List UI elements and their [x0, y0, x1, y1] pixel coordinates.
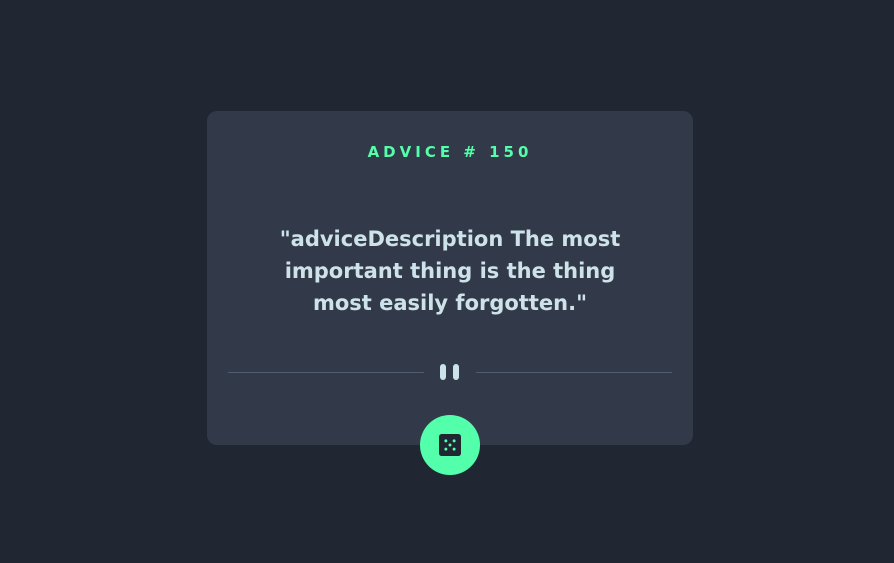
generate-advice-button[interactable] [420, 415, 480, 475]
advice-number: 150 [489, 143, 533, 161]
divider-line-left [228, 372, 424, 373]
advice-label: ADVICE # [367, 143, 480, 161]
advice-id-heading: ADVICE # 150 [207, 143, 693, 161]
pause-icon [439, 363, 461, 381]
pattern-divider [228, 363, 672, 381]
advice-card: ADVICE # 150 "adviceDescription The most… [207, 111, 693, 445]
dice-icon [439, 434, 461, 456]
divider-line-right [476, 372, 672, 373]
advice-quote: "adviceDescription The most important th… [279, 227, 621, 315]
